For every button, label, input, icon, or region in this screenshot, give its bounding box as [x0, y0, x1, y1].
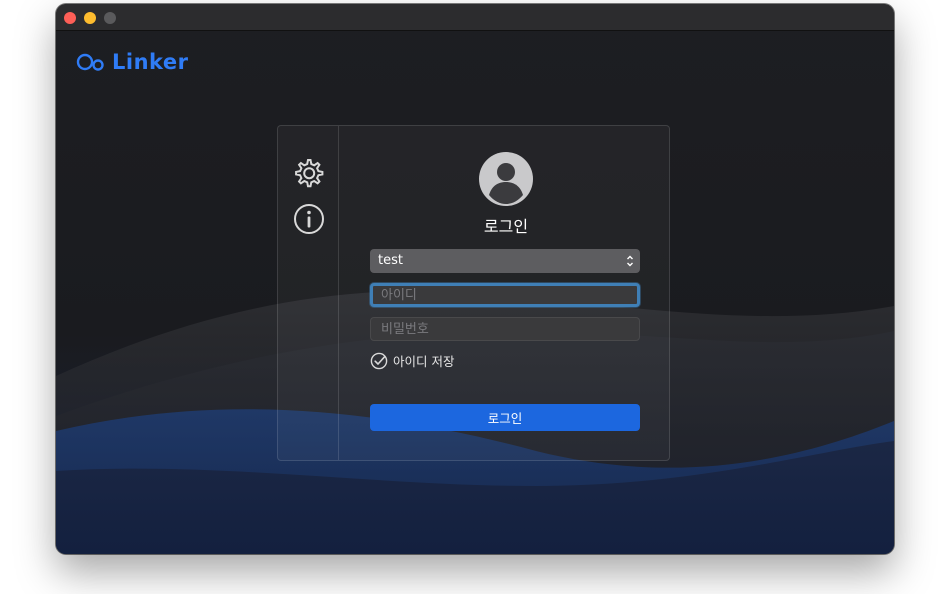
checkmark-circle-icon [370, 352, 388, 369]
login-button[interactable]: 로그인 [370, 404, 640, 431]
app-window: Linker 로그인 test 아이디 아이디 저장 로그인 [56, 4, 894, 554]
title-bar [56, 4, 894, 31]
save-id-label: 아이디 저장 [393, 354, 455, 369]
infinity-logo-icon [76, 53, 104, 71]
app-logo: Linker [76, 50, 189, 74]
close-window-button[interactable] [64, 12, 76, 24]
minimize-window-button[interactable] [84, 12, 96, 24]
chevron-up-down-icon [627, 255, 633, 267]
login-title: 로그인 [483, 217, 529, 236]
password-input[interactable] [370, 317, 640, 341]
server-select-value: test [378, 253, 403, 268]
gear-icon[interactable] [292, 156, 326, 190]
save-id-checkbox[interactable]: 아이디 저장 [370, 351, 454, 370]
id-input[interactable] [370, 283, 640, 307]
logo-text: Linker [112, 50, 189, 74]
panel-divider [338, 126, 339, 460]
login-panel: 로그인 test 아이디 저장 로그인 [277, 125, 670, 461]
zoom-window-button[interactable] [104, 12, 116, 24]
info-icon[interactable] [292, 202, 326, 236]
user-avatar-icon [479, 152, 533, 206]
server-select[interactable]: test [370, 249, 640, 273]
